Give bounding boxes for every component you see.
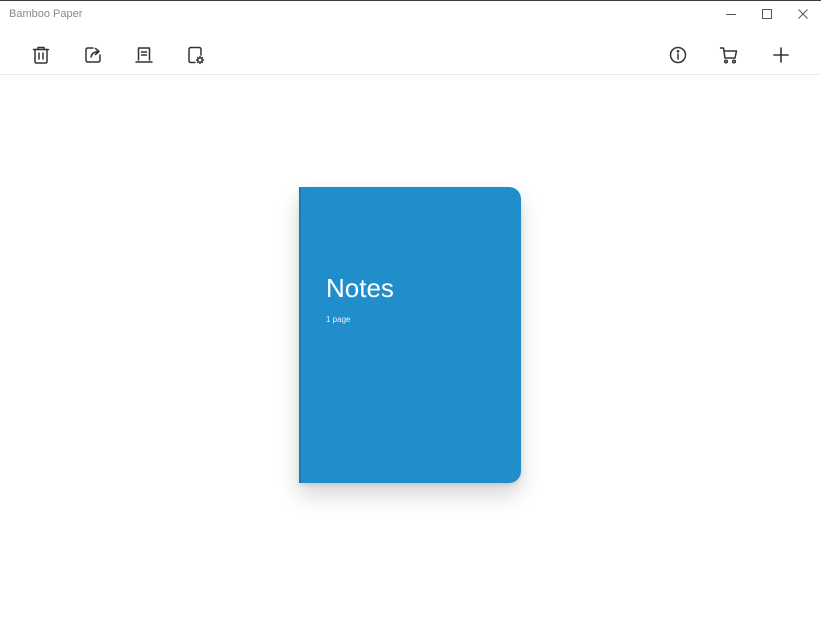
notebook-spine xyxy=(299,187,301,483)
info-button[interactable] xyxy=(667,44,689,66)
notebook-title: Notes xyxy=(326,273,394,303)
title-bar[interactable]: Bamboo Paper xyxy=(0,1,821,31)
notebook-settings-button[interactable] xyxy=(184,44,206,66)
maximize-button[interactable] xyxy=(749,1,785,27)
delete-button[interactable] xyxy=(30,44,52,66)
app-title: Bamboo Paper xyxy=(9,8,83,20)
trash-icon xyxy=(32,46,50,64)
info-icon xyxy=(669,46,687,64)
notebook-settings-icon xyxy=(188,46,205,65)
plus-icon xyxy=(773,47,789,63)
add-notebook-button[interactable] xyxy=(770,44,792,66)
edit-button[interactable] xyxy=(133,44,155,66)
edit-icon xyxy=(135,47,153,63)
store-button[interactable] xyxy=(718,44,740,66)
maximize-icon xyxy=(762,9,772,19)
minimize-button[interactable] xyxy=(713,1,749,27)
share-button[interactable] xyxy=(82,44,104,66)
close-icon xyxy=(798,9,808,19)
close-button[interactable] xyxy=(785,1,821,27)
notebook-library: Notes 1 page xyxy=(0,75,821,640)
toolbar xyxy=(0,31,821,75)
notebook-page-count: 1 page xyxy=(326,315,351,324)
minimize-icon xyxy=(726,14,736,15)
cart-icon xyxy=(719,47,738,64)
notebook-card[interactable]: Notes 1 page xyxy=(299,187,521,483)
share-icon xyxy=(85,47,101,63)
app-window: Bamboo Paper Notes 1 page xyxy=(0,0,821,640)
